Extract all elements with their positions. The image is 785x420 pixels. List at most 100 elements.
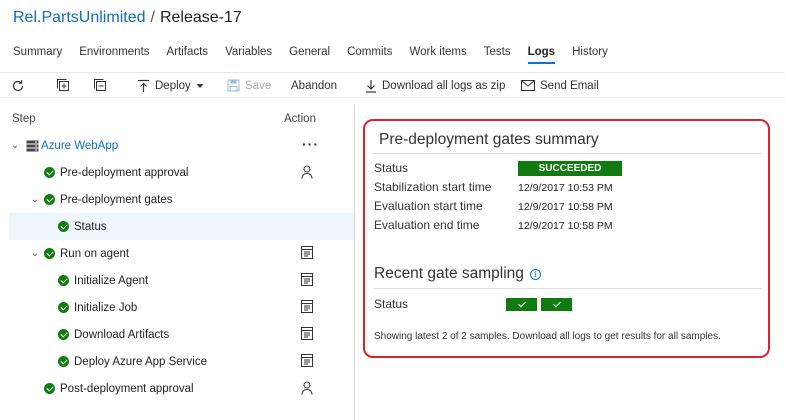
gates-summary-panel: Pre-deployment gates summary Status SUCC… [363, 119, 770, 358]
sampling-divider [373, 288, 762, 289]
chevron-down-icon[interactable]: ⌄ [9, 140, 21, 151]
step-label: Pre-deployment gates [60, 193, 173, 206]
tab-logs[interactable]: Logs [527, 44, 556, 64]
success-icon [44, 248, 55, 259]
toolbar: Deploy Save Abandon Download all logs as… [0, 72, 785, 98]
step-row[interactable]: Download Artifacts [9, 321, 354, 348]
abandon-button[interactable]: Abandon [291, 73, 337, 98]
evaluation-end-label: Evaluation end time [374, 218, 480, 232]
tab-history[interactable]: History [572, 44, 608, 64]
expand-all-icon [57, 79, 69, 91]
tab-variables[interactable]: Variables [225, 44, 272, 64]
tab-artifacts[interactable]: Artifacts [167, 44, 209, 64]
log-icon[interactable] [301, 246, 313, 259]
step-label: Status [74, 220, 107, 233]
gate-sample-success[interactable] [541, 298, 572, 311]
abandon-label: Abandon [291, 79, 338, 92]
release-name: Release-17 [159, 9, 242, 26]
step-row[interactable]: Deploy Azure App Service [9, 348, 354, 375]
gates-summary-title: Pre-deployment gates summary [379, 131, 599, 148]
step-row[interactable]: ⌄ Pre-deployment gates [9, 186, 354, 213]
expand-all-button[interactable] [56, 73, 71, 98]
server-icon [26, 140, 39, 151]
log-icon[interactable] [301, 300, 313, 313]
samples-note: Showing latest 2 of 2 samples. Download … [374, 331, 721, 342]
stabilization-label: Stabilization start time [374, 180, 492, 194]
person-icon[interactable] [301, 381, 313, 395]
environment-name[interactable]: Azure WebApp [41, 140, 118, 152]
status-label: Status [374, 161, 409, 175]
success-icon [58, 275, 69, 286]
success-icon [44, 194, 55, 205]
step-row[interactable]: Pre-deployment approval [9, 159, 354, 186]
breadcrumb-separator: / [150, 9, 155, 26]
mail-icon [521, 80, 535, 91]
stabilization-value: 12/9/2017 10:53 PM [518, 182, 613, 194]
tab-environments[interactable]: Environments [79, 44, 149, 64]
step-row[interactable]: Initialize Agent [9, 267, 354, 294]
gate-sampling-title-text: Recent gate sampling [374, 265, 524, 282]
step-label: Initialize Agent [74, 274, 149, 287]
success-icon [44, 383, 55, 394]
deploy-icon [138, 79, 149, 92]
chevron-down-icon[interactable]: ⌄ [29, 194, 41, 205]
tab-summary[interactable]: Summary [13, 44, 62, 64]
info-icon[interactable]: i [529, 269, 541, 280]
download-label: Download all logs as zip [382, 79, 506, 92]
tab-general[interactable]: General [289, 44, 330, 64]
step-label: Deploy Azure App Service [74, 355, 207, 368]
chevron-down-icon [196, 83, 204, 88]
save-label: Save [245, 79, 272, 92]
deploy-label: Deploy [155, 79, 191, 92]
download-logs-button[interactable]: Download all logs as zip [365, 73, 505, 98]
gate-sampling-title: Recent gate sampling i [374, 265, 541, 283]
chevron-down-icon[interactable]: ⌄ [29, 248, 41, 259]
step-label: Post-deployment approval [60, 382, 194, 395]
collapse-all-icon [94, 79, 106, 91]
success-icon [58, 329, 69, 340]
log-icon[interactable] [301, 354, 313, 367]
tab-tests[interactable]: Tests [484, 44, 511, 64]
tab-bar: Summary Environments Artifacts Variables… [13, 44, 625, 64]
step-label: Run on agent [60, 247, 130, 260]
step-label: Download Artifacts [74, 328, 170, 341]
success-icon [58, 356, 69, 367]
step-label: Pre-deployment approval [60, 166, 189, 179]
action-column-header: Action [284, 113, 316, 125]
pane-splitter[interactable] [354, 104, 355, 420]
evaluation-start-label: Evaluation start time [374, 199, 483, 213]
more-actions-icon[interactable]: ··· [302, 136, 319, 152]
environment-row[interactable]: ⌄ Azure WebApp ··· [9, 132, 354, 159]
deploy-button[interactable]: Deploy [137, 73, 204, 98]
step-row-selected[interactable]: Status [9, 213, 354, 240]
email-label: Send Email [540, 79, 599, 92]
title-divider [373, 153, 762, 154]
send-email-button[interactable]: Send Email [521, 73, 599, 98]
tab-work-items[interactable]: Work items [409, 44, 466, 64]
step-column-header: Step [12, 113, 36, 125]
log-icon[interactable] [301, 327, 313, 340]
evaluation-start-value: 12/9/2017 10:58 PM [518, 201, 613, 213]
status-badge: SUCCEEDED [518, 161, 622, 176]
project-link[interactable]: Rel.PartsUnlimited [13, 9, 145, 26]
log-icon[interactable] [301, 273, 313, 286]
download-icon [366, 79, 376, 93]
refresh-icon [12, 79, 24, 91]
sampling-status-label: Status [374, 297, 409, 311]
breadcrumb: Rel.PartsUnlimited / Release-17 [13, 9, 242, 27]
person-icon[interactable] [301, 165, 313, 179]
success-icon [44, 167, 55, 178]
step-row[interactable]: ⌄ Run on agent [9, 240, 354, 267]
step-row[interactable]: Initialize Job [9, 294, 354, 321]
evaluation-end-value: 12/9/2017 10:58 PM [518, 220, 613, 232]
save-button[interactable]: Save [227, 73, 271, 98]
gate-sample-success[interactable] [506, 298, 537, 311]
save-icon [227, 79, 240, 92]
success-icon [58, 221, 69, 232]
tab-commits[interactable]: Commits [347, 44, 392, 64]
success-icon [58, 302, 69, 313]
step-row[interactable]: Post-deployment approval [9, 375, 354, 402]
collapse-all-button[interactable] [93, 73, 108, 98]
refresh-button[interactable] [11, 73, 25, 98]
step-label: Initialize Job [74, 301, 138, 314]
